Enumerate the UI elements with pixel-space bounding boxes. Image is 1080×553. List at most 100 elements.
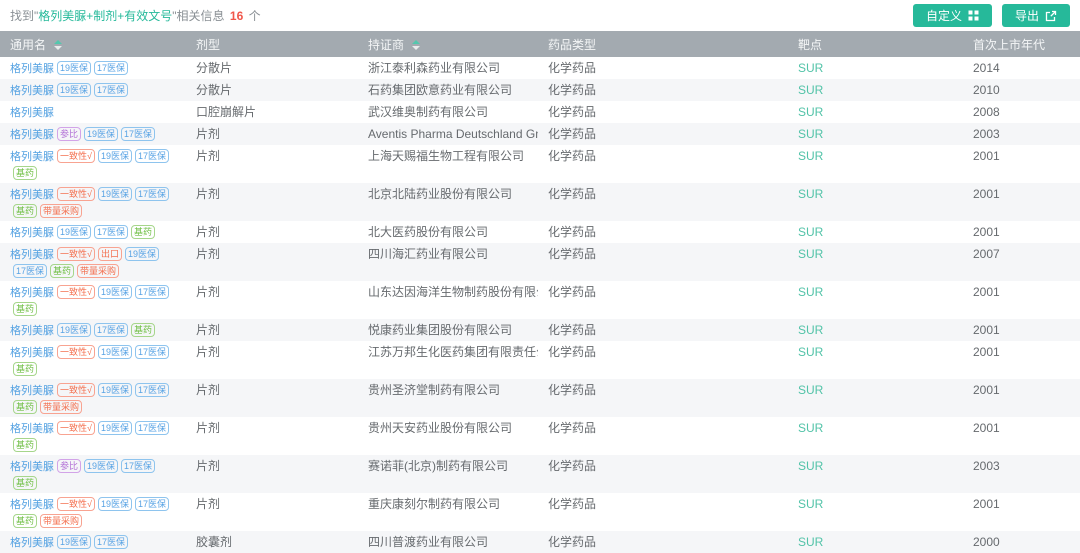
generic-name-cell: 格列美脲 19医保 17医保 基药 (0, 319, 186, 341)
tag-19医保: 19医保 (57, 225, 92, 239)
table-row: 格列美脲 一致性√ 19医保 17医保基药 片剂 上海天赐福生物工程有限公司 化学药品… (0, 145, 1080, 183)
target-link[interactable]: SUR (798, 247, 823, 261)
dosage-form-cell: 分散片 (196, 61, 233, 75)
dosage-form-cell: 片剂 (196, 225, 221, 239)
holder-cell: 悦康药业集团股份有限公司 (368, 323, 513, 337)
column-header-label: 药品类型 (548, 37, 597, 52)
holder-cell: 江苏万邦生化医药集团有限责任公司 (368, 345, 538, 359)
generic-name-link[interactable]: 格列美脲 (10, 63, 54, 75)
target-link[interactable]: SUR (798, 61, 823, 75)
target-cell: SUR (788, 493, 963, 531)
target-link[interactable]: SUR (798, 285, 823, 299)
sort-icon[interactable] (412, 40, 421, 51)
tag-基药: 基药 (13, 438, 38, 452)
tag-基药: 基药 (131, 323, 156, 337)
holder-cell: 赛诺菲(北京)制药有限公司 (368, 459, 508, 473)
tag-一致性√: 一致性√ (57, 187, 95, 201)
tag-17医保: 17医保 (121, 459, 156, 473)
tag-一致性√: 一致性√ (57, 421, 95, 435)
holder-cell: 贵州圣济堂制药有限公司 (368, 383, 501, 397)
dosage-form-cell: 口腔崩解片 (196, 105, 257, 119)
holder-cell: 四川海汇药业有限公司 (368, 247, 489, 261)
target-link[interactable]: SUR (798, 149, 823, 163)
target-link[interactable]: SUR (798, 127, 823, 141)
toolbar-actions: 自定义 导出 (903, 4, 1070, 27)
generic-name-link[interactable]: 格列美脲 (10, 85, 54, 97)
target-cell: SUR (788, 145, 963, 183)
generic-name-link[interactable]: 格列美脲 (10, 107, 54, 119)
tag-list: 19医保 17医保 (54, 535, 129, 549)
target-cell: SUR (788, 101, 963, 123)
drug-type-cell: 化学药品 (548, 497, 597, 511)
year-cell: 2001 (973, 345, 1000, 359)
target-link[interactable]: SUR (798, 383, 823, 397)
generic-name-link[interactable]: 格列美脲 (10, 189, 54, 201)
generic-name-link[interactable]: 格列美脲 (10, 461, 54, 473)
target-link[interactable]: SUR (798, 187, 823, 201)
tag-17医保: 17医保 (134, 285, 169, 299)
target-link[interactable]: SUR (798, 421, 823, 435)
target-link[interactable]: SUR (798, 105, 823, 119)
dosage-form-cell: 片剂 (196, 459, 221, 473)
year-cell: 2003 (973, 127, 1000, 141)
generic-name-link[interactable]: 格列美脲 (10, 537, 54, 549)
target-cell: SUR (788, 531, 963, 553)
tag-19医保: 19医保 (57, 323, 92, 337)
generic-name-link[interactable]: 格列美脲 (10, 385, 54, 397)
year-cell: 2008 (973, 105, 1000, 119)
topbar: 找到"格列美脲+制剂+有效文号"相关信息 16 个 自定义 导出 (0, 0, 1080, 31)
column-header-target: 靶点 (788, 31, 963, 57)
generic-name-cell: 格列美脲 19医保 17医保 基药 (0, 221, 186, 243)
result-unit: 个 (248, 9, 261, 23)
column-header-generic-name[interactable]: 通用名 (0, 31, 186, 57)
target-link[interactable]: SUR (798, 345, 823, 359)
holder-cell: 上海天赐福生物工程有限公司 (368, 149, 525, 163)
table-row: 格列美脲 参比 19医保 17医保 片剂 Aventis Pharma Deutsch… (0, 123, 1080, 145)
target-link[interactable]: SUR (798, 535, 823, 549)
column-header-first-launch-year: 首次上市年代 (963, 31, 1080, 57)
generic-name-cell: 格列美脲 参比 19医保 17医保基药 (0, 455, 186, 493)
customize-button[interactable]: 自定义 (912, 4, 992, 27)
generic-name-link[interactable]: 格列美脲 (10, 227, 54, 239)
generic-name-link[interactable]: 格列美脲 (10, 423, 54, 435)
drug-type-cell: 化学药品 (548, 61, 597, 75)
year-cell: 2007 (973, 247, 1000, 261)
drug-type-cell: 化学药品 (548, 345, 597, 359)
tag-基药: 基药 (13, 302, 38, 316)
generic-name-link[interactable]: 格列美脲 (10, 287, 54, 299)
drug-type-cell: 化学药品 (548, 285, 597, 299)
export-button[interactable]: 导出 (1001, 4, 1070, 27)
tag-一致性√: 一致性√ (57, 285, 95, 299)
column-header-holder[interactable]: 持证商 (358, 31, 538, 57)
tag-19医保: 19医保 (97, 383, 132, 397)
holder-cell: 北京北陆药业股份有限公司 (368, 187, 513, 201)
target-link[interactable]: SUR (798, 323, 823, 337)
target-link[interactable]: SUR (798, 83, 823, 97)
tag-一致性√: 一致性√ (57, 247, 95, 261)
generic-name-link[interactable]: 格列美脲 (10, 325, 54, 337)
target-link[interactable]: SUR (798, 225, 823, 239)
target-link[interactable]: SUR (798, 459, 823, 473)
target-cell: SUR (788, 123, 963, 145)
export-icon (1045, 10, 1057, 21)
dosage-form-cell: 片剂 (196, 187, 221, 201)
generic-name-link[interactable]: 格列美脲 (10, 499, 54, 511)
generic-name-link[interactable]: 格列美脲 (10, 249, 54, 261)
dosage-form-cell: 片剂 (196, 323, 221, 337)
drug-type-cell: 化学药品 (548, 187, 597, 201)
year-cell: 2001 (973, 187, 1000, 201)
holder-cell: 四川普渡药业有限公司 (368, 535, 489, 549)
sort-icon[interactable] (54, 40, 63, 51)
target-link[interactable]: SUR (798, 497, 823, 511)
grid-icon (968, 10, 979, 21)
generic-name-link[interactable]: 格列美脲 (10, 151, 54, 163)
tag-19医保: 19医保 (124, 247, 159, 261)
table-row: 格列美脲 一致性√ 19医保 17医保基药 带量采购 片剂 贵州圣济堂制药有限公司 化学… (0, 379, 1080, 417)
result-prefix: 找到" (10, 9, 39, 23)
tag-基药: 基药 (13, 362, 38, 376)
result-suffix: "相关信息 (172, 9, 225, 23)
target-cell: SUR (788, 183, 963, 221)
generic-name-link[interactable]: 格列美脲 (10, 129, 54, 141)
generic-name-link[interactable]: 格列美脲 (10, 347, 54, 359)
year-cell: 2001 (973, 383, 1000, 397)
